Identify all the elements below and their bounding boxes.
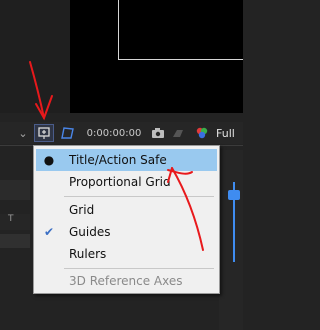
resolution-dropdown[interactable]: Full	[216, 122, 243, 144]
grid-guide-button[interactable]	[34, 124, 54, 142]
current-time-indicator-head[interactable]	[228, 190, 240, 200]
menu-item-marker	[36, 171, 62, 193]
chevron-down-icon[interactable]: ⌄	[17, 122, 29, 144]
title-safe-overlay	[118, 0, 243, 60]
timecode-display[interactable]: 0:00:00:00	[86, 122, 142, 144]
grid-guide-options-menu: ● Title/Action Safe Proportional Grid Gr…	[33, 145, 220, 294]
mask-path-visibility-button[interactable]	[58, 122, 76, 144]
checkmark-icon: ✔	[43, 225, 55, 239]
timeline-column-label: T	[8, 214, 14, 224]
show-channel-button[interactable]	[194, 122, 210, 144]
color-channel-icon	[196, 127, 208, 139]
grid-guide-icon	[38, 127, 50, 139]
menu-item-label: 3D Reference Axes	[69, 274, 183, 288]
menu-item-label: Rulers	[69, 247, 107, 261]
menu-item-label: Proportional Grid	[69, 175, 171, 189]
mask-path-icon	[61, 127, 74, 139]
take-snapshot-button[interactable]	[150, 122, 166, 144]
viewer-toolbar: ⌄ 0:00:00:00 Full	[0, 122, 243, 144]
snapshot-icon	[173, 130, 183, 137]
show-snapshot-button[interactable]	[170, 122, 186, 144]
menu-item-label: Title/Action Safe	[69, 153, 167, 167]
project-panel-area	[0, 0, 70, 113]
menu-item-marker	[36, 243, 62, 265]
menu-item-proportional-grid[interactable]: Proportional Grid	[36, 171, 217, 193]
timeline-column-header: T	[0, 214, 30, 230]
camera-icon	[152, 128, 164, 138]
menu-item-title-action-safe[interactable]: ● Title/Action Safe	[36, 149, 217, 171]
timeline-track-area[interactable]	[219, 150, 243, 330]
menu-item-label: Grid	[69, 203, 95, 217]
menu-item-guides[interactable]: ✔ Guides	[36, 221, 217, 243]
selected-bullet-icon: ●	[43, 153, 55, 167]
menu-item-marker	[36, 270, 62, 292]
timeline-layer-row[interactable]	[0, 234, 30, 248]
timeline-search-field[interactable]	[0, 180, 30, 200]
menu-separator	[64, 196, 214, 197]
menu-item-3d-reference-axes: 3D Reference Axes	[36, 270, 217, 292]
menu-item-marker	[36, 199, 62, 221]
menu-item-label: Guides	[69, 225, 111, 239]
menu-item-rulers[interactable]: Rulers	[36, 243, 217, 265]
menu-separator	[64, 268, 214, 269]
menu-item-grid[interactable]: Grid	[36, 199, 217, 221]
